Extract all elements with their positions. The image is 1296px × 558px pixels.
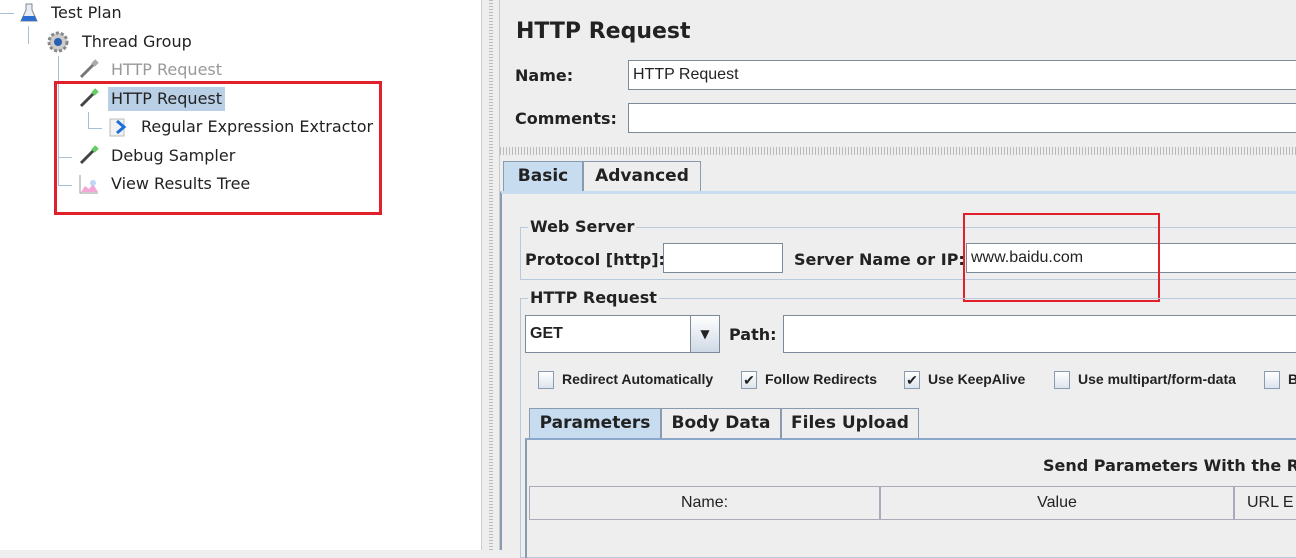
split-handle[interactable] bbox=[500, 147, 1296, 155]
tab-advanced[interactable]: Advanced bbox=[583, 161, 701, 191]
checkbox-follow-redirects[interactable]: ✔ Follow Redirects bbox=[741, 369, 877, 390]
tab-basic[interactable]: Basic bbox=[503, 161, 583, 191]
test-plan-tree[interactable]: Test Plan Thread Group HTTP Request HTTP… bbox=[0, 0, 481, 550]
column-header-name[interactable]: Name: bbox=[529, 486, 880, 520]
gear-icon bbox=[47, 31, 69, 53]
http-request-legend: HTTP Request bbox=[528, 288, 659, 307]
name-label: Name: bbox=[515, 66, 574, 85]
path-label: Path: bbox=[729, 325, 777, 344]
panel-title: HTTP Request bbox=[516, 19, 691, 44]
server-label: Server Name or IP: bbox=[794, 250, 965, 269]
checkbox-multipart[interactable]: Use multipart/form-data bbox=[1054, 369, 1236, 390]
tab-body-data[interactable]: Body Data bbox=[661, 408, 781, 438]
tree-item-http-request-disabled[interactable]: HTTP Request bbox=[111, 58, 222, 82]
web-server-legend: Web Server bbox=[528, 217, 637, 236]
chevron-down-icon[interactable]: ▼ bbox=[690, 315, 720, 353]
tree-item-test-plan[interactable]: Test Plan bbox=[51, 1, 122, 25]
protocol-input[interactable] bbox=[663, 243, 783, 273]
protocol-label: Protocol [http]: bbox=[525, 250, 665, 269]
pipette-icon bbox=[79, 59, 99, 79]
method-select[interactable]: GET bbox=[525, 315, 691, 353]
column-header-url-encode[interactable]: URL E bbox=[1234, 486, 1296, 520]
highlight-box bbox=[963, 213, 1160, 302]
split-pane-divider[interactable] bbox=[481, 0, 500, 550]
tree-item-thread-group[interactable]: Thread Group bbox=[82, 30, 192, 54]
checkbox-redirect-automatically[interactable]: Redirect Automatically bbox=[538, 369, 713, 390]
checkbox-use-keepalive[interactable]: ✔ Use KeepAlive bbox=[904, 369, 1025, 390]
parameters-title: Send Parameters With the Re bbox=[1043, 456, 1296, 475]
checkbox-browser-compatible[interactable]: B bbox=[1264, 369, 1296, 390]
comments-input[interactable] bbox=[628, 103, 1296, 133]
name-input[interactable]: HTTP Request bbox=[628, 60, 1296, 90]
path-input[interactable] bbox=[783, 315, 1296, 353]
check-icon: ✔ bbox=[904, 371, 920, 390]
column-header-value[interactable]: Value bbox=[880, 486, 1234, 520]
check-icon: ✔ bbox=[741, 371, 757, 390]
highlight-box bbox=[54, 81, 382, 215]
comments-label: Comments: bbox=[515, 109, 617, 128]
tab-parameters[interactable]: Parameters bbox=[529, 408, 661, 438]
tab-files-upload[interactable]: Files Upload bbox=[781, 408, 919, 438]
flask-icon bbox=[20, 3, 38, 22]
